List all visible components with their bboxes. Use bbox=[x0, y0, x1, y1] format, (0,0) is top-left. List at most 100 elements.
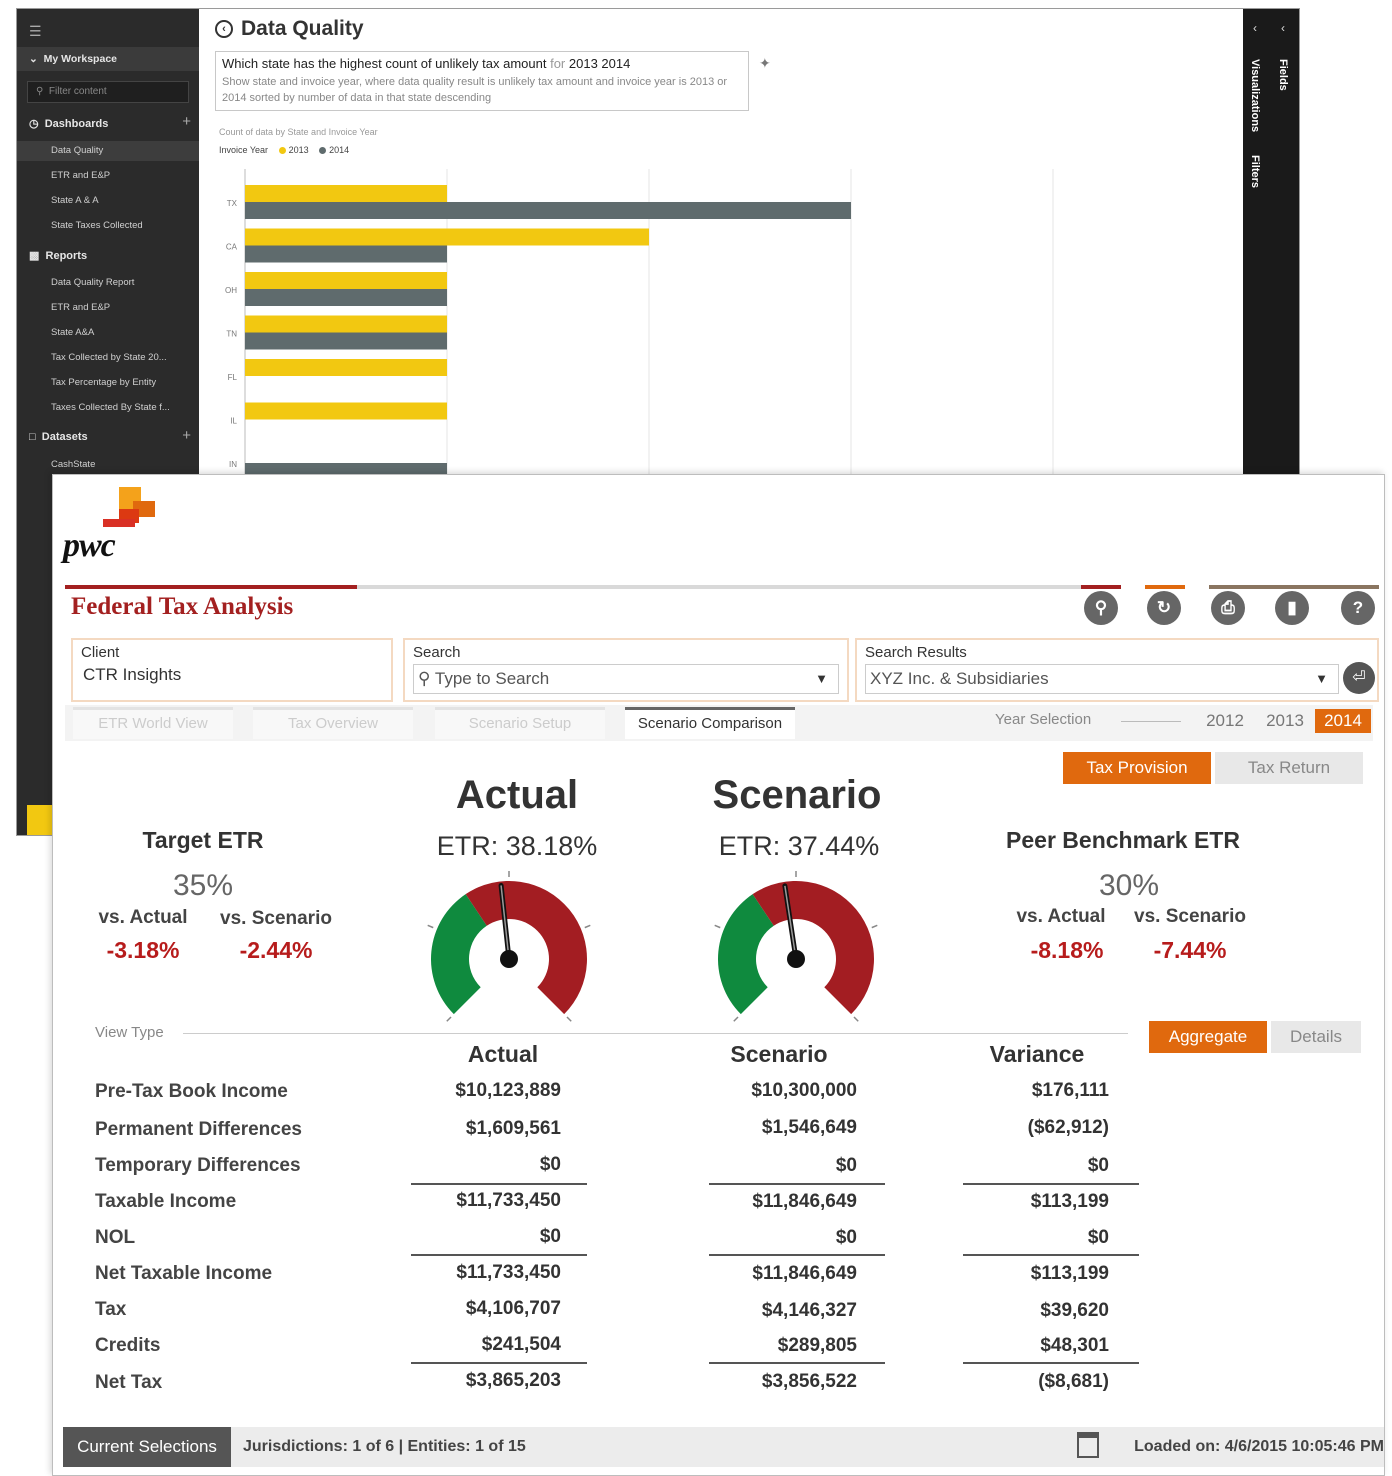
cell-variance: $113,199 bbox=[1030, 1191, 1109, 1212]
pwc-window: pwc Federal Tax Analysis ⚲ ↻ ⎙ ▮ ? Clien… bbox=[52, 474, 1385, 1476]
actual-heading: Actual bbox=[455, 773, 579, 817]
help-icon[interactable]: ? bbox=[1341, 591, 1375, 625]
tab-tax-overview[interactable]: Tax Overview bbox=[253, 707, 413, 739]
category-label: CA bbox=[226, 243, 238, 252]
peer-vs-actual-value: -8.18% bbox=[1030, 937, 1104, 963]
legend-swatch-2014 bbox=[319, 147, 327, 155]
target-vs-actual-value: -3.18% bbox=[106, 937, 180, 963]
refresh-icon[interactable]: ↻ bbox=[1147, 591, 1181, 625]
bar-2014 bbox=[245, 332, 447, 350]
visualizations-pane-tab[interactable]: Visualizations bbox=[1249, 59, 1261, 132]
cell-actual: $3,865,203 bbox=[465, 1370, 561, 1391]
accent-bar-orange bbox=[1145, 585, 1185, 589]
tax-return-button[interactable]: Tax Return bbox=[1215, 752, 1363, 784]
subtotal-rule bbox=[411, 1254, 587, 1256]
add-dataset-icon[interactable]: + bbox=[182, 427, 191, 444]
cell-scenario: $10,300,000 bbox=[751, 1080, 857, 1101]
pwc-logo: pwc bbox=[63, 485, 163, 565]
pin-icon[interactable]: ✦ bbox=[759, 55, 771, 72]
search-icon: ⚲ bbox=[418, 669, 431, 688]
year-option[interactable]: 2012 bbox=[1197, 709, 1253, 733]
year-option[interactable]: 2013 bbox=[1257, 709, 1313, 733]
nav-item-dashboard[interactable]: ETR and E&P bbox=[51, 170, 110, 181]
search-results-field: Search Results XYZ Inc. & Subsidiaries ▼ bbox=[855, 638, 1379, 702]
bar-2014 bbox=[245, 289, 447, 306]
row-label: Credits bbox=[95, 1335, 161, 1356]
search-label: Search bbox=[413, 644, 461, 661]
accent-bar-brown bbox=[1209, 585, 1379, 589]
fields-pane-tab[interactable]: Fields bbox=[1277, 59, 1289, 91]
peer-benchmark-value: 30% bbox=[1098, 869, 1160, 902]
dashboards-label: Dashboards bbox=[44, 118, 109, 130]
peer-vs-scenario-value: -7.44% bbox=[1153, 937, 1227, 963]
column-header-scenario: Scenario bbox=[730, 1041, 828, 1067]
row-label: Permanent Differences bbox=[95, 1119, 302, 1140]
back-icon[interactable]: ‹ bbox=[215, 20, 233, 39]
dashboards-section[interactable]: ◷ Dashboards bbox=[29, 117, 108, 130]
add-dashboard-icon[interactable]: + bbox=[182, 113, 191, 130]
tab-etr-world-view[interactable]: ETR World View bbox=[73, 707, 233, 739]
category-label: IN bbox=[229, 460, 237, 469]
cell-variance: $48,301 bbox=[1040, 1335, 1109, 1356]
legend-item: 2013 bbox=[288, 145, 309, 155]
nav-item-dashboard[interactable]: State A & A bbox=[51, 195, 99, 206]
reports-section[interactable]: ▩ Reports bbox=[29, 249, 87, 262]
nav-item-report[interactable]: ETR and E&P bbox=[51, 302, 110, 313]
hamburger-icon[interactable]: ☰ bbox=[29, 23, 42, 40]
dropdown-caret-icon[interactable]: ▼ bbox=[815, 665, 828, 693]
tab-scenario-comparison[interactable]: Scenario Comparison bbox=[625, 707, 795, 739]
nav-item-dashboard[interactable]: State Taxes Collected bbox=[51, 220, 143, 231]
tab-scenario-setup[interactable]: Scenario Setup bbox=[435, 707, 605, 739]
gauge-hub bbox=[787, 950, 805, 968]
nav-item-report[interactable]: Tax Collected by State 20... bbox=[51, 352, 167, 363]
nav-item-report[interactable]: Data Quality Report bbox=[51, 277, 134, 288]
divider bbox=[183, 1033, 1128, 1034]
filter-input[interactable]: ⚲ Filter content bbox=[27, 81, 189, 103]
nav-item-dataset[interactable]: CashState bbox=[51, 459, 95, 470]
row-label: NOL bbox=[95, 1227, 136, 1248]
nav-item-report[interactable]: Tax Percentage by Entity bbox=[51, 377, 156, 388]
subtotal-rule bbox=[963, 1254, 1139, 1256]
cell-variance: $113,199 bbox=[1030, 1263, 1109, 1284]
collapse-visualizations-icon[interactable]: ‹ bbox=[1253, 21, 1257, 35]
qa-input[interactable]: Which state has the highest count of unl… bbox=[215, 51, 749, 111]
client-field: Client CTR Insights bbox=[71, 638, 393, 702]
qa-question: Which state has the highest count of unl… bbox=[222, 56, 547, 71]
row-label: Net Taxable Income bbox=[95, 1263, 273, 1284]
cell-scenario: $4,146,327 bbox=[761, 1300, 857, 1321]
bookmark-icon[interactable]: ▮ bbox=[1275, 591, 1309, 625]
datasets-section[interactable]: □ Datasets bbox=[29, 431, 88, 443]
workspace-header[interactable]: ⌄ My Workspace bbox=[17, 47, 199, 71]
cell-actual: $0 bbox=[539, 1226, 561, 1247]
get-data-button[interactable] bbox=[27, 805, 55, 835]
search-placeholder: Type to Search bbox=[434, 669, 550, 688]
filter-placeholder: Filter content bbox=[48, 86, 107, 97]
tax-provision-button[interactable]: Tax Provision bbox=[1063, 752, 1211, 784]
bar-2013 bbox=[245, 185, 447, 202]
search-input[interactable]: ⚲ Type to Search ▼ bbox=[413, 664, 839, 694]
filters-pane-tab[interactable]: Filters bbox=[1249, 155, 1261, 188]
print-icon[interactable]: ⎙ bbox=[1211, 591, 1245, 625]
collapse-fields-icon[interactable]: ‹ bbox=[1281, 21, 1285, 35]
cell-actual: $241,504 bbox=[481, 1334, 561, 1355]
peer-vs-scenario-label: vs. Scenario bbox=[1134, 906, 1246, 927]
search-results-select[interactable]: XYZ Inc. & Subsidiaries ▼ bbox=[865, 664, 1339, 694]
legend-swatch-2013 bbox=[278, 147, 286, 155]
cell-scenario: $11,846,649 bbox=[752, 1263, 857, 1284]
details-button[interactable]: Details bbox=[1271, 1021, 1361, 1053]
nav-item-report[interactable]: Taxes Collected By State f... bbox=[51, 402, 170, 413]
aggregate-button[interactable]: Aggregate bbox=[1149, 1021, 1267, 1053]
go-icon[interactable]: ⏎ bbox=[1343, 662, 1375, 694]
cell-actual: $11,733,450 bbox=[456, 1190, 561, 1211]
year-option-selected[interactable]: 2014 bbox=[1315, 709, 1371, 733]
nav-item-dashboard[interactable]: Data Quality bbox=[17, 141, 199, 161]
calendar-icon[interactable] bbox=[1077, 1432, 1099, 1458]
search-icon[interactable]: ⚲ bbox=[1084, 591, 1118, 625]
current-selections-button[interactable]: Current Selections bbox=[63, 1427, 231, 1467]
subtotal-rule bbox=[411, 1183, 587, 1185]
dropdown-caret-icon[interactable]: ▼ bbox=[1315, 665, 1328, 693]
logo-text: pwc bbox=[63, 527, 116, 564]
nav-item-report[interactable]: State A&A bbox=[51, 327, 94, 338]
divider bbox=[357, 585, 1081, 589]
category-label: TN bbox=[226, 330, 237, 339]
